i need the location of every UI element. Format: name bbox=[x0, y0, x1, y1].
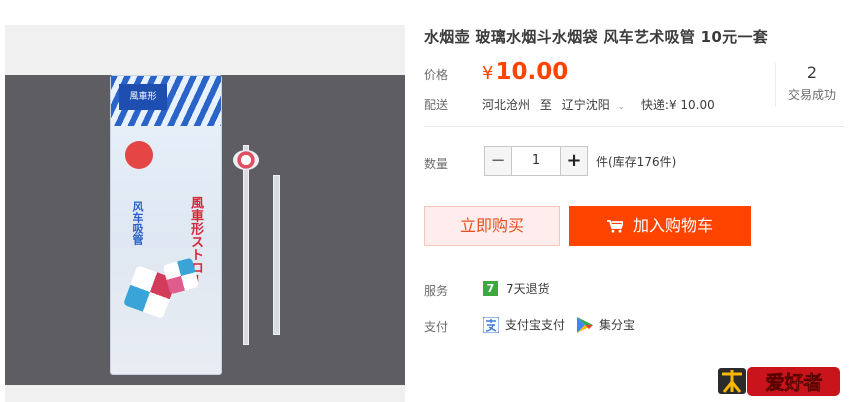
ship-to-select[interactable]: 辽宁沈阳 ⌄ bbox=[562, 98, 631, 112]
seven-day-return-icon: 7 bbox=[483, 281, 498, 296]
alipay-label: 支付宝支付 bbox=[505, 318, 566, 332]
quantity-plus-button[interactable]: + bbox=[560, 146, 588, 176]
quantity-input[interactable]: 1 bbox=[512, 146, 560, 176]
plain-straw bbox=[273, 175, 280, 335]
payment-methods: 支付宝支付 集分宝 bbox=[483, 316, 647, 333]
add-to-cart-label: 加入购物车 bbox=[632, 216, 713, 235]
alipay-icon bbox=[483, 316, 499, 333]
payment-alipay[interactable]: 支付宝支付 bbox=[483, 316, 565, 333]
sales-count: 2 bbox=[806, 63, 818, 82]
chevron-down-icon: ⌄ bbox=[617, 102, 626, 112]
package-bag: 風車形 风车吸管 風車形ストロー bbox=[110, 75, 222, 375]
service-text: 7天退货 bbox=[506, 282, 550, 296]
jifenbao-label: 集分宝 bbox=[599, 318, 636, 332]
price-value: ¥10.00 bbox=[482, 59, 568, 85]
stock-info: 件(库存176件) bbox=[596, 154, 677, 169]
price-label: 价格 bbox=[424, 68, 449, 82]
divider bbox=[775, 63, 776, 107]
ship-method: 快递:¥ 10.00 bbox=[640, 98, 715, 112]
currency-symbol: ¥ bbox=[482, 63, 494, 84]
jifenbao-icon bbox=[577, 316, 594, 333]
buy-now-button[interactable]: 立即购买 bbox=[424, 206, 560, 246]
quantity-stepper: − 1 + 件(库存176件) bbox=[484, 146, 676, 176]
sales-label: 交易成功 bbox=[787, 88, 836, 102]
cart-icon bbox=[606, 220, 623, 233]
service-item[interactable]: 7 7天退货 bbox=[483, 280, 550, 297]
quantity-minus-button[interactable]: − bbox=[484, 146, 512, 176]
glass-straw bbox=[243, 145, 249, 345]
ship-to: 辽宁沈阳 bbox=[561, 98, 610, 112]
payment-label: 支付 bbox=[424, 320, 449, 334]
payment-jifenbao[interactable]: 集分宝 bbox=[577, 316, 635, 333]
shipping-label: 配送 bbox=[424, 98, 449, 112]
package-red-dot bbox=[125, 141, 153, 169]
ship-to-word: 至 bbox=[539, 98, 552, 112]
divider bbox=[424, 126, 844, 127]
watermark-text: 爱好者 bbox=[765, 371, 822, 394]
service-label: 服务 bbox=[424, 284, 449, 298]
ship-from: 河北沧州 bbox=[482, 98, 531, 112]
quantity-label: 数量 bbox=[424, 157, 449, 171]
product-image[interactable]: 風車形 风车吸管 風車形ストロー bbox=[5, 25, 405, 402]
product-photo: 風車形 风车吸管 風車形ストロー bbox=[5, 75, 405, 385]
add-to-cart-button[interactable]: 加入购物车 bbox=[569, 206, 751, 246]
package-text-left: 风车吸管 bbox=[131, 201, 144, 245]
product-title: 水烟壶 玻璃水烟斗水烟袋 风车艺术吸管 10元一套 bbox=[424, 28, 769, 46]
package-label: 風車形 bbox=[119, 84, 167, 110]
price-amount: 10.00 bbox=[495, 59, 569, 85]
site-logo-watermark: 爱好者 bbox=[718, 367, 840, 396]
sales-summary: 2 交易成功 bbox=[786, 63, 838, 103]
straw-cap bbox=[233, 150, 259, 170]
shipping-info: 河北沧州 至 辽宁沈阳 ⌄ 快递:¥ 10.00 bbox=[482, 96, 721, 113]
